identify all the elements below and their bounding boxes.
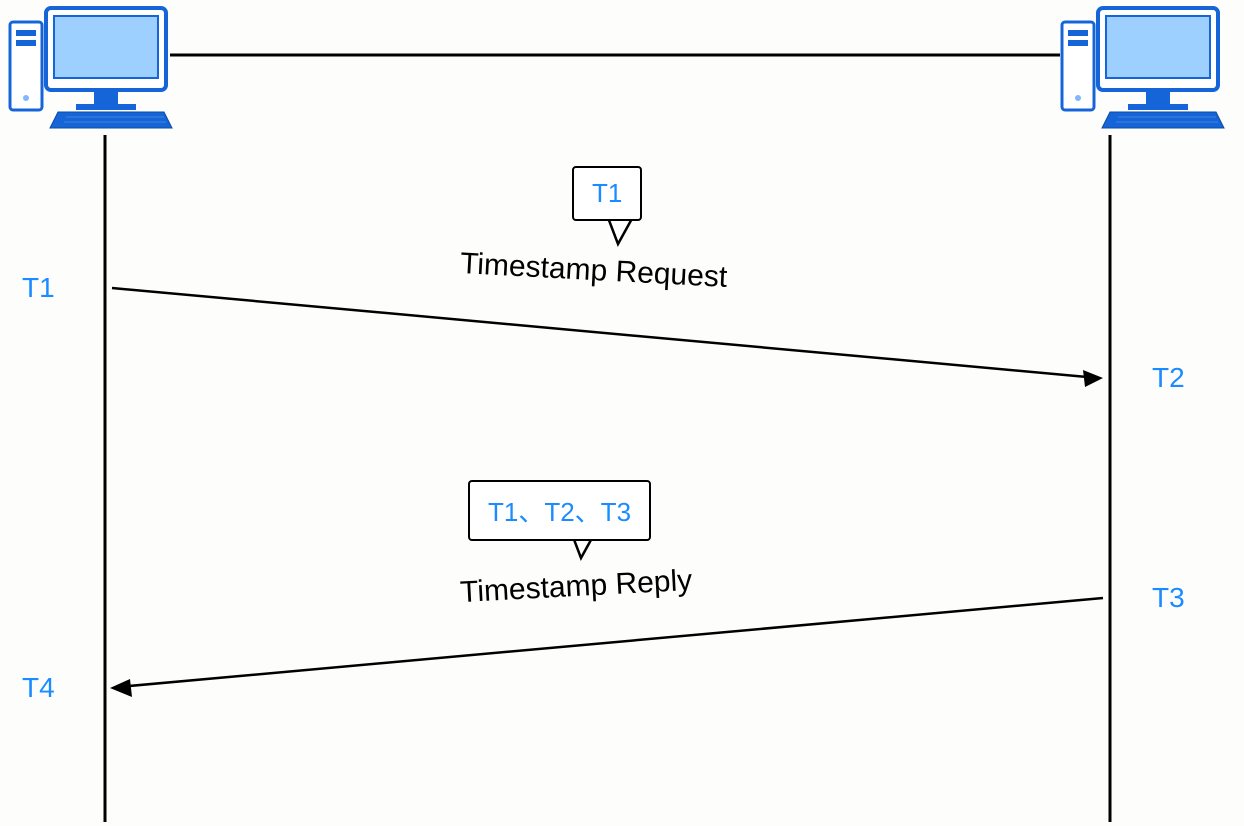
marker-t1: T1 — [22, 272, 55, 304]
bubble-request: T1 — [572, 166, 642, 221]
bubble-reply: T1、T2、T3 — [468, 480, 651, 541]
marker-t4: T4 — [22, 672, 55, 704]
computer-left-icon — [6, 4, 176, 137]
computer-right-icon — [1058, 4, 1228, 137]
diagram-canvas: T1 T2 T3 T4 T1 Timestamp Request T1、T2、T… — [0, 0, 1244, 826]
marker-t3: T3 — [1152, 582, 1185, 614]
marker-t2: T2 — [1152, 362, 1185, 394]
